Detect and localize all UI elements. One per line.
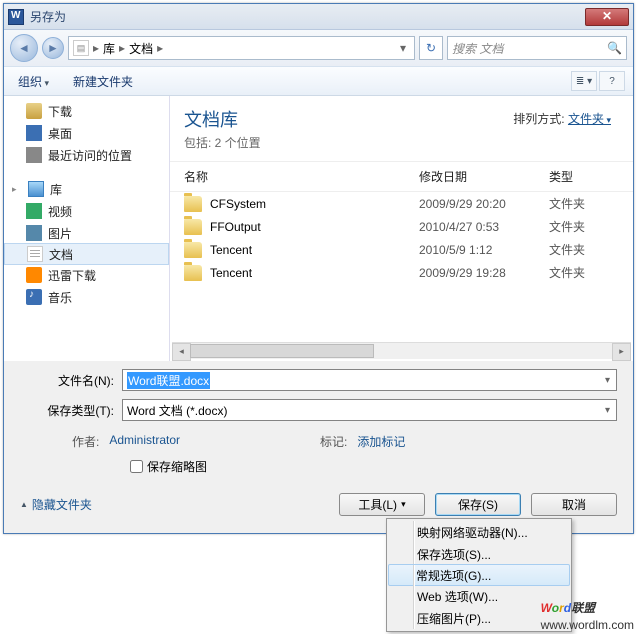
savetype-select[interactable]: Word 文档 (*.docx) <box>122 399 617 421</box>
search-icon: 🔍 <box>607 41 622 55</box>
scrollbar-thumb[interactable] <box>190 344 374 358</box>
author-value[interactable]: Administrator <box>109 433 180 450</box>
chevron-right-icon: ▸ <box>117 41 127 55</box>
nav-pictures[interactable]: 图片 <box>4 222 169 244</box>
file-row[interactable]: CFSystem2009/9/29 20:20文件夹 <box>170 192 633 215</box>
save-as-dialog: 另存为 ✕ ◄ ► ▤ ▸ 库 ▸ 文档 ▸ ▾ ↻ 搜索 文档 🔍 组织 新建… <box>3 3 634 534</box>
savetype-label: 保存类型(T): <box>12 402 122 419</box>
nav-row: ◄ ► ▤ ▸ 库 ▸ 文档 ▸ ▾ ↻ 搜索 文档 🔍 <box>4 30 633 66</box>
thunder-icon <box>26 267 42 283</box>
tools-button[interactable]: 工具(L) <box>339 493 425 516</box>
file-type: 文件夹 <box>549 195 619 212</box>
menu-general-options[interactable]: 常规选项(G)... <box>388 564 570 586</box>
video-icon <box>26 203 42 219</box>
breadcrumb-dropdown-icon[interactable]: ▾ <box>396 41 410 55</box>
cancel-button[interactable]: 取消 <box>531 493 617 516</box>
tags-value[interactable]: 添加标记 <box>357 433 405 450</box>
file-row[interactable]: Tencent2009/9/29 19:28文件夹 <box>170 261 633 284</box>
menu-map-drive[interactable]: 映射网络驱动器(N)... <box>389 521 569 543</box>
folder-icon <box>184 265 202 281</box>
file-name: Tencent <box>210 266 419 280</box>
breadcrumb-current[interactable]: 文档 <box>129 40 153 57</box>
nav-thunder[interactable]: 迅雷下载 <box>4 264 169 286</box>
view-buttons: ≣ ▾ ? <box>571 71 625 91</box>
column-headers[interactable]: 名称 修改日期 类型 <box>170 161 633 192</box>
file-name: FFOutput <box>210 220 419 234</box>
file-name: CFSystem <box>210 197 419 211</box>
arrange-by: 排列方式: 文件夹 <box>513 110 611 127</box>
filename-label: 文件名(N): <box>12 372 122 389</box>
nav-recent[interactable]: 最近访问的位置 <box>4 144 169 166</box>
nav-downloads[interactable]: 下载 <box>4 100 169 122</box>
save-thumbnail-checkbox[interactable] <box>130 460 143 473</box>
menu-save-options[interactable]: 保存选项(S)... <box>389 543 569 565</box>
col-name[interactable]: 名称 <box>184 168 419 185</box>
col-date[interactable]: 修改日期 <box>419 168 549 185</box>
breadcrumb-root[interactable]: 库 <box>103 40 115 57</box>
folder-icon <box>184 196 202 212</box>
file-type: 文件夹 <box>549 264 619 281</box>
search-input[interactable]: 搜索 文档 🔍 <box>447 36 627 60</box>
nav-documents[interactable]: 文档 <box>4 243 169 265</box>
search-placeholder: 搜索 文档 <box>452 40 503 57</box>
nav-music[interactable]: 音乐 <box>4 286 169 308</box>
filename-input[interactable]: Word联盟.docx <box>122 369 617 391</box>
file-date: 2009/9/29 20:20 <box>419 197 549 211</box>
library-icon <box>28 181 44 197</box>
nav-libraries[interactable]: 库 <box>4 178 169 200</box>
window-title: 另存为 <box>30 8 585 25</box>
new-folder-button[interactable]: 新建文件夹 <box>67 69 139 94</box>
music-icon <box>26 289 42 305</box>
chevron-right-icon: ▸ <box>155 41 165 55</box>
file-type: 文件夹 <box>549 218 619 235</box>
file-row[interactable]: Tencent2010/5/9 1:12文件夹 <box>170 238 633 261</box>
file-date: 2010/5/9 1:12 <box>419 243 549 257</box>
file-name: Tencent <box>210 243 419 257</box>
forward-button[interactable]: ► <box>42 37 64 59</box>
view-mode-button[interactable]: ≣ ▾ <box>571 71 597 91</box>
nav-desktop[interactable]: 桌面 <box>4 122 169 144</box>
word-app-icon <box>8 9 24 25</box>
back-button[interactable]: ◄ <box>10 34 38 62</box>
breadcrumb[interactable]: ▤ ▸ 库 ▸ 文档 ▸ ▾ <box>68 36 415 60</box>
tags-label: 标记: <box>320 433 347 450</box>
close-button[interactable]: ✕ <box>585 8 629 26</box>
file-list-pane: 文档库 包括: 2 个位置 排列方式: 文件夹 名称 修改日期 类型 CFSys… <box>170 96 633 361</box>
file-date: 2009/9/29 19:28 <box>419 266 549 280</box>
toolbar: 组织 新建文件夹 ≣ ▾ ? <box>4 66 633 96</box>
file-row[interactable]: FFOutput2010/4/27 0:53文件夹 <box>170 215 633 238</box>
refresh-button[interactable]: ↻ <box>419 36 443 60</box>
folder-icon <box>184 219 202 235</box>
horizontal-scrollbar[interactable] <box>172 342 631 359</box>
file-date: 2010/4/27 0:53 <box>419 220 549 234</box>
picture-icon <box>26 225 42 241</box>
col-type[interactable]: 类型 <box>549 168 619 185</box>
help-button[interactable]: ? <box>599 71 625 91</box>
folder-icon <box>184 242 202 258</box>
watermark: Word联盟 www.wordlm.com <box>541 592 634 632</box>
watermark-url: www.wordlm.com <box>541 618 634 632</box>
chevron-right-icon: ▸ <box>91 41 101 55</box>
form-area: 文件名(N): Word联盟.docx 保存类型(T): Word 文档 (*.… <box>4 361 633 483</box>
titlebar[interactable]: 另存为 ✕ <box>4 4 633 30</box>
hide-folders-link[interactable]: 隐藏文件夹 <box>20 496 92 513</box>
document-icon: ▤ <box>73 40 89 56</box>
nav-videos[interactable]: 视频 <box>4 200 169 222</box>
arrange-by-link[interactable]: 文件夹 <box>568 112 611 126</box>
desktop-icon <box>26 125 42 141</box>
file-type: 文件夹 <box>549 241 619 258</box>
save-thumbnail-label: 保存缩略图 <box>147 458 207 475</box>
save-button[interactable]: 保存(S) <box>435 493 521 516</box>
document-icon <box>27 246 43 262</box>
recent-icon <box>26 147 42 163</box>
organize-button[interactable]: 组织 <box>12 69 55 94</box>
library-subtitle: 包括: 2 个位置 <box>184 134 619 151</box>
author-label: 作者: <box>72 433 99 450</box>
navigation-pane[interactable]: 下载 桌面 最近访问的位置 库 视频 图片 文档 迅雷下载 音乐 <box>4 96 170 361</box>
downloads-icon <box>26 103 42 119</box>
